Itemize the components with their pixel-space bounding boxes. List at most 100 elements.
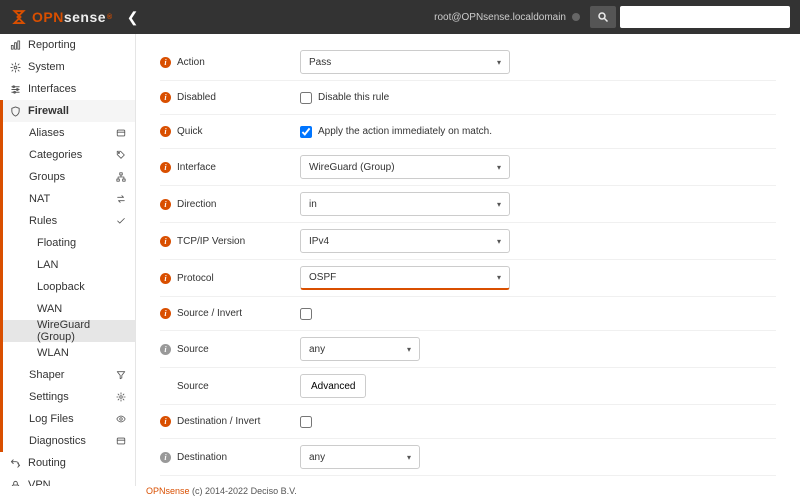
sidebar-item-wan[interactable]: WAN — [0, 298, 135, 320]
chevron-down-icon: ▾ — [497, 200, 501, 209]
info-icon[interactable]: i — [160, 416, 171, 427]
info-icon[interactable]: i — [160, 452, 171, 463]
sidebar-item-label: LAN — [37, 259, 58, 271]
checkbox-source-invert[interactable] — [300, 308, 312, 320]
sidebar-item-label: WLAN — [37, 347, 69, 359]
sidebar-item-label: Shaper — [29, 369, 64, 381]
sidebar-item-label: WireGuard (Group) — [37, 319, 127, 343]
sidebar-item-system[interactable]: System — [0, 56, 135, 78]
sidebar-item-label: Reporting — [28, 39, 76, 51]
sidebar-item-label: Firewall — [28, 105, 69, 117]
sidebar-item-aliases[interactable]: Aliases — [0, 122, 135, 144]
sidebar-item-vpn[interactable]: VPN — [0, 474, 135, 486]
label-dest-invert: Destination / Invert — [177, 416, 260, 427]
lock-icon — [10, 480, 21, 487]
checkbox-dest-invert[interactable] — [300, 416, 312, 428]
row-interface: iInterface WireGuard (Group)▾ — [160, 148, 776, 185]
sidebar-item-label: Floating — [37, 237, 76, 249]
sidebar-item-diagnostics[interactable]: Diagnostics — [0, 430, 135, 452]
sidebar-item-label: Diagnostics — [29, 435, 86, 447]
info-icon[interactable]: i — [160, 344, 171, 355]
sidebar-item-label: VPN — [28, 479, 51, 486]
row-source-invert: i Source / Invert — [160, 296, 776, 330]
chevron-down-icon: ▾ — [497, 58, 501, 67]
search-button[interactable] — [590, 6, 616, 28]
cog-icon — [116, 392, 126, 402]
logo-text-prefix: OPN — [32, 9, 64, 25]
check-icon — [116, 216, 126, 226]
sidebar-item-wlan[interactable]: WLAN — [0, 342, 135, 364]
footer-text: (c) 2014-2022 Deciso B.V. — [190, 486, 297, 496]
select-interface[interactable]: WireGuard (Group)▾ — [300, 155, 510, 179]
search-icon — [597, 11, 609, 23]
sidebar-item-label: NAT — [29, 193, 50, 205]
search-input[interactable] — [620, 6, 790, 28]
select-source[interactable]: any▾ — [300, 337, 420, 361]
sidebar-item-wireguard-group-[interactable]: WireGuard (Group) — [0, 320, 135, 342]
select-action[interactable]: Pass▾ — [300, 50, 510, 74]
sliders-icon — [10, 84, 21, 95]
user-label[interactable]: root@OPNsense.localdomain — [434, 12, 566, 23]
select-ipversion[interactable]: IPv4▾ — [300, 229, 510, 253]
sidebar-item-floating[interactable]: Floating — [0, 232, 135, 254]
sidebar-item-label: Routing — [28, 457, 66, 469]
sidebar-item-label: Rules — [29, 215, 57, 227]
sidebar-item-interfaces[interactable]: Interfaces — [0, 78, 135, 100]
gear-icon — [10, 62, 21, 73]
label-action: Action — [177, 57, 205, 68]
label-destination: Destination — [177, 452, 227, 463]
content: i Action Pass▾ iDisabled Disable this rul… — [136, 34, 800, 486]
label-source-invert: Source / Invert — [177, 308, 242, 319]
sidebar-item-label: Interfaces — [28, 83, 76, 95]
row-disabled: iDisabled Disable this rule — [160, 80, 776, 114]
bar-chart-icon — [10, 40, 21, 51]
row-ipversion: iTCP/IP Version IPv4▾ — [160, 222, 776, 259]
label-direction: Direction — [177, 199, 216, 210]
checkbox-quick[interactable] — [300, 126, 312, 138]
checkbox-disabled[interactable] — [300, 92, 312, 104]
sidebar-item-reporting[interactable]: Reporting — [0, 34, 135, 56]
sidebar-item-firewall[interactable]: Firewall — [0, 100, 135, 122]
select-protocol[interactable]: OSPF▾ — [300, 266, 510, 290]
status-dot-icon — [572, 13, 580, 21]
info-icon[interactable]: i — [160, 92, 171, 103]
row-direction: i Direction in▾ — [160, 185, 776, 222]
info-icon[interactable]: i — [160, 162, 171, 173]
sidebar-item-nat[interactable]: NAT — [0, 188, 135, 210]
info-icon[interactable]: i — [160, 57, 171, 68]
select-destination[interactable]: any▾ — [300, 445, 420, 469]
sidebar-item-label: Log Files — [29, 413, 74, 425]
sidebar-item-categories[interactable]: Categories — [0, 144, 135, 166]
info-icon[interactable]: i — [160, 199, 171, 210]
info-icon[interactable]: i — [160, 308, 171, 319]
info-icon[interactable]: i — [160, 273, 171, 284]
sidebar-item-rules[interactable]: Rules — [0, 210, 135, 232]
sidebar-item-settings[interactable]: Settings — [0, 386, 135, 408]
chevron-down-icon: ▾ — [497, 163, 501, 172]
split-icon — [10, 458, 21, 469]
shield-icon — [10, 106, 21, 117]
sidebar-item-shaper[interactable]: Shaper — [0, 364, 135, 386]
info-icon[interactable]: i — [160, 126, 171, 137]
select-direction[interactable]: in▾ — [300, 192, 510, 216]
sidebar-item-groups[interactable]: Groups — [0, 166, 135, 188]
sidebar: Reporting System Interfaces Firewall Aliases… — [0, 34, 136, 486]
text-quick: Apply the action immediately on match. — [318, 126, 492, 137]
sidebar-item-label: Categories — [29, 149, 82, 161]
text-disabled: Disable this rule — [318, 92, 389, 103]
card-icon — [116, 436, 126, 446]
sidebar-item-loopback[interactable]: Loopback — [0, 276, 135, 298]
footer-brand[interactable]: OPNsense — [146, 486, 190, 496]
logo[interactable]: OPNsense® — [10, 8, 113, 26]
info-icon[interactable]: i — [160, 236, 171, 247]
button-advanced[interactable]: Advanced — [300, 374, 366, 398]
sidebar-item-routing[interactable]: Routing — [0, 452, 135, 474]
row-dest-invert: i Destination / Invert — [160, 404, 776, 438]
chevron-down-icon: ▾ — [407, 453, 411, 462]
back-button[interactable]: ❮ — [127, 9, 139, 26]
sidebar-item-log-files[interactable]: Log Files — [0, 408, 135, 430]
topbar: OPNsense® ❮ root@OPNsense.localdomain — [0, 0, 800, 34]
chevron-down-icon: ▾ — [407, 345, 411, 354]
sidebar-item-lan[interactable]: LAN — [0, 254, 135, 276]
row-source: iSource any▾ — [160, 330, 776, 367]
